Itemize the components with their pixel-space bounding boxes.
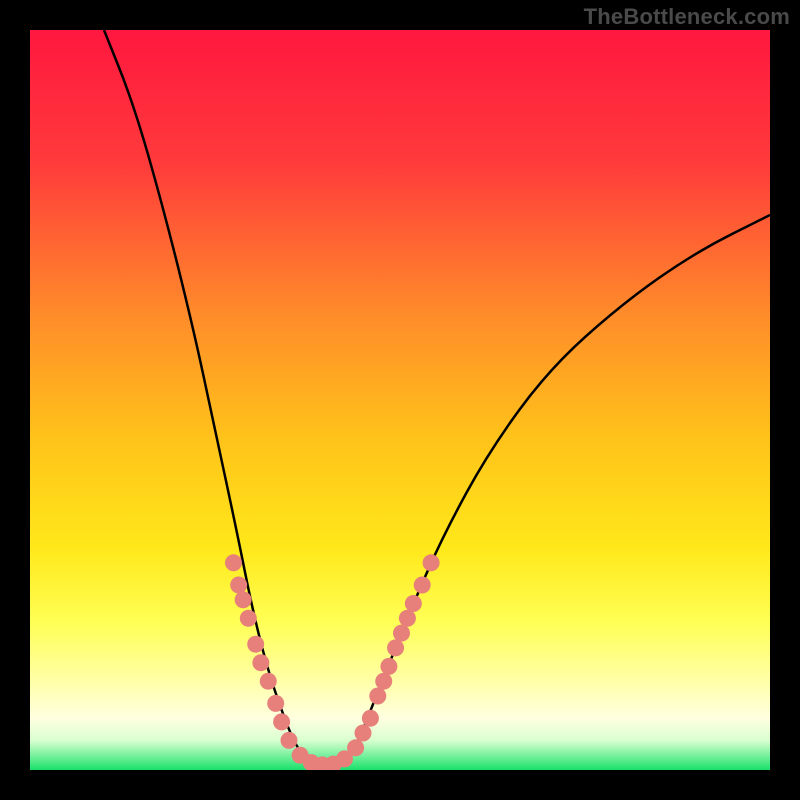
chart-frame: TheBottleneck.com <box>0 0 800 800</box>
curve-marker <box>260 673 277 690</box>
curve-marker <box>273 713 290 730</box>
curve-marker <box>405 595 422 612</box>
curve-marker <box>225 554 242 571</box>
chart-svg <box>30 30 770 770</box>
curve-marker <box>423 554 440 571</box>
curve-marker <box>252 654 269 671</box>
curve-marker <box>414 577 431 594</box>
curve-marker <box>281 732 298 749</box>
curve-marker <box>399 610 416 627</box>
curve-marker <box>240 610 257 627</box>
curve-marker <box>375 673 392 690</box>
curve-marker <box>393 625 410 642</box>
gradient-background <box>30 30 770 770</box>
watermark-text: TheBottleneck.com <box>584 4 790 30</box>
curve-marker <box>230 577 247 594</box>
curve-marker <box>267 695 284 712</box>
curve-marker <box>247 636 264 653</box>
curve-marker <box>362 710 379 727</box>
curve-marker <box>355 725 372 742</box>
curve-marker <box>235 591 252 608</box>
chart-plot-area <box>30 30 770 770</box>
curve-marker <box>387 639 404 656</box>
curve-marker <box>369 688 386 705</box>
curve-marker <box>380 658 397 675</box>
curve-marker <box>347 739 364 756</box>
